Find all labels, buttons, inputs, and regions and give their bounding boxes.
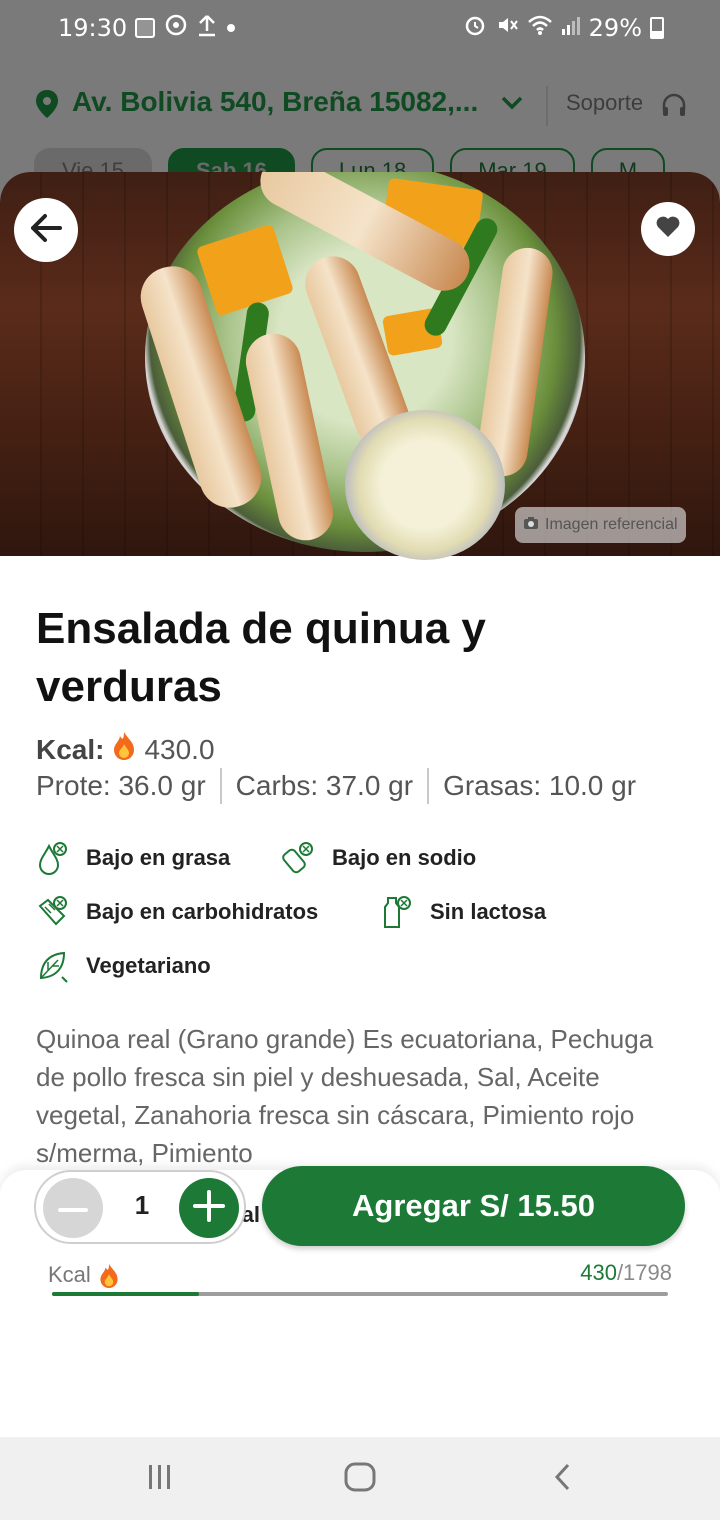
increase-button[interactable] (179, 1178, 239, 1238)
vegetarian-icon (36, 948, 70, 984)
favorite-button[interactable] (641, 202, 695, 256)
nutrition-kcal-text: Kcal (48, 1262, 91, 1287)
arrow-left-icon (29, 213, 63, 247)
product-image: Imagen referencial (0, 172, 720, 560)
product-detail-sheet: Imagen referencial Ensalada de quinua y … (0, 172, 720, 1437)
tag-lactose-free: Sin lactosa (380, 894, 546, 930)
decrease-button[interactable] (43, 1178, 103, 1238)
status-notifications (135, 13, 235, 43)
chevron-left-icon (552, 1462, 572, 1496)
macros-row: Prote: 36.0 gr Carbs: 37.0 gr Grasas: 10… (36, 768, 636, 804)
reference-image-badge: Imagen referencial (515, 507, 686, 543)
notification-dot-icon (227, 24, 235, 32)
reference-image-label: Imagen referencial (545, 516, 678, 533)
chevron-down-icon[interactable] (500, 95, 524, 115)
status-time: 19:30 (58, 14, 128, 42)
upload-icon (197, 13, 217, 43)
tag-label: Bajo en sodio (332, 845, 477, 870)
dressing-cup (345, 410, 505, 560)
delivery-address[interactable]: Av. Bolivia 540, Breña 15082,... (72, 86, 478, 118)
nutrition-kcal-total: /1798 (616, 1260, 672, 1285)
tag-label: Sin lactosa (430, 899, 547, 924)
macro-divider (219, 768, 222, 804)
kcal-progress-fill (52, 1292, 200, 1296)
tag-low-sodium: Bajo en sodio (282, 840, 476, 876)
low-fat-icon (36, 840, 70, 876)
low-sodium-icon (282, 840, 316, 876)
quantity-stepper: 1 (34, 1170, 246, 1244)
nutrition-kcal-label: Kcal (48, 1262, 121, 1296)
fat-value: Grasas: 10.0 gr (443, 770, 637, 801)
wifi-icon (527, 14, 553, 42)
recent-apps-button[interactable] (140, 1461, 180, 1497)
home-icon (344, 1462, 376, 1496)
tag-label: Bajo en grasa (86, 845, 231, 870)
protein-value: Prote: 36.0 gr (36, 770, 206, 801)
carbs-value: Carbs: 37.0 gr (235, 770, 414, 801)
plus-icon (193, 1190, 225, 1226)
support-link[interactable]: Soporte (566, 90, 643, 116)
heart-icon (655, 215, 681, 243)
tag-low-fat: Bajo en grasa (36, 840, 230, 876)
system-nav-bar (0, 1437, 720, 1520)
back-button[interactable] (14, 198, 78, 262)
kcal-label: Kcal: (36, 733, 105, 765)
back-nav-button[interactable] (542, 1461, 582, 1497)
tag-low-carbs: Bajo en carbohidratos (36, 894, 318, 930)
home-button[interactable] (340, 1461, 380, 1497)
product-description: Quinoa real (Grano grande) Es ecuatorian… (36, 1024, 654, 1168)
quantity-value: 1 (134, 1190, 150, 1220)
alarm-icon (463, 13, 487, 43)
sync-icon (165, 14, 187, 42)
low-carbs-icon (36, 894, 70, 930)
gallery-icon (135, 18, 155, 38)
status-system: 29% (463, 13, 664, 43)
signal-icon (561, 14, 581, 42)
location-pin-icon[interactable] (34, 89, 60, 123)
mute-icon (495, 13, 519, 43)
add-to-cart-button[interactable]: Agregar S/ 15.50 (262, 1166, 685, 1246)
nutrition-kcal-values: 430/1798 (580, 1260, 672, 1286)
tag-vegetarian: Vegetariano (36, 948, 211, 984)
lactose-free-icon (380, 894, 414, 930)
tag-label: Bajo en carbohidratos (86, 899, 319, 924)
fire-icon (110, 730, 138, 769)
status-bar: 19:30 29% (0, 0, 720, 58)
headset-icon[interactable] (660, 92, 688, 124)
battery-icon (650, 17, 664, 39)
fire-icon (97, 1262, 121, 1296)
header-divider (546, 86, 548, 126)
kcal-row: Kcal: 430.0 (36, 730, 215, 769)
tag-label: Vegetariano (86, 953, 211, 978)
minus-icon (58, 1199, 88, 1218)
macro-divider (427, 768, 430, 804)
recent-apps-icon (146, 1463, 174, 1495)
kcal-progress-bar (52, 1292, 668, 1296)
kcal-value: 430.0 (144, 733, 215, 765)
camera-icon (523, 516, 539, 535)
nutrition-kcal-current: 430 (580, 1260, 617, 1285)
product-title: Ensalada de quinua y verduras (36, 604, 486, 711)
battery-level: 29% (588, 14, 642, 42)
